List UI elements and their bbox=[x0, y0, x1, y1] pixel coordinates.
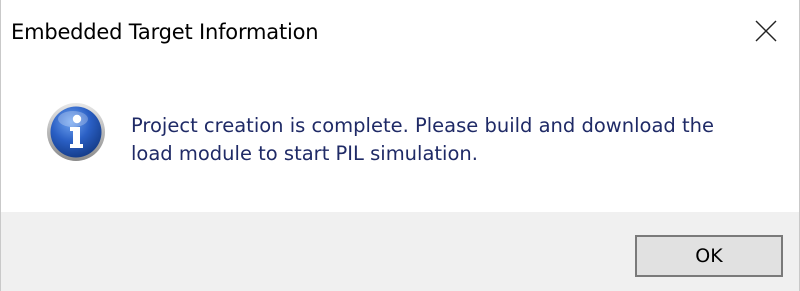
dialog-message: Project creation is complete. Please bui… bbox=[131, 112, 781, 168]
close-icon bbox=[755, 20, 777, 42]
dialog-content: Project creation is complete. Please bui… bbox=[1, 70, 799, 212]
title-bar: Embedded Target Information bbox=[1, 0, 799, 70]
message-line-2: load module to start PIL simulation. bbox=[131, 142, 478, 165]
close-button[interactable] bbox=[735, 0, 799, 64]
ok-button-label: OK bbox=[695, 245, 723, 267]
dialog-footer: OK bbox=[1, 212, 799, 291]
info-icon bbox=[46, 102, 106, 162]
message-line-1: Project creation is complete. Please bui… bbox=[131, 114, 714, 137]
ok-button[interactable]: OK bbox=[635, 235, 783, 277]
message-dialog: Embedded Target Information Project crea… bbox=[0, 0, 800, 291]
dialog-title: Embedded Target Information bbox=[11, 20, 319, 44]
